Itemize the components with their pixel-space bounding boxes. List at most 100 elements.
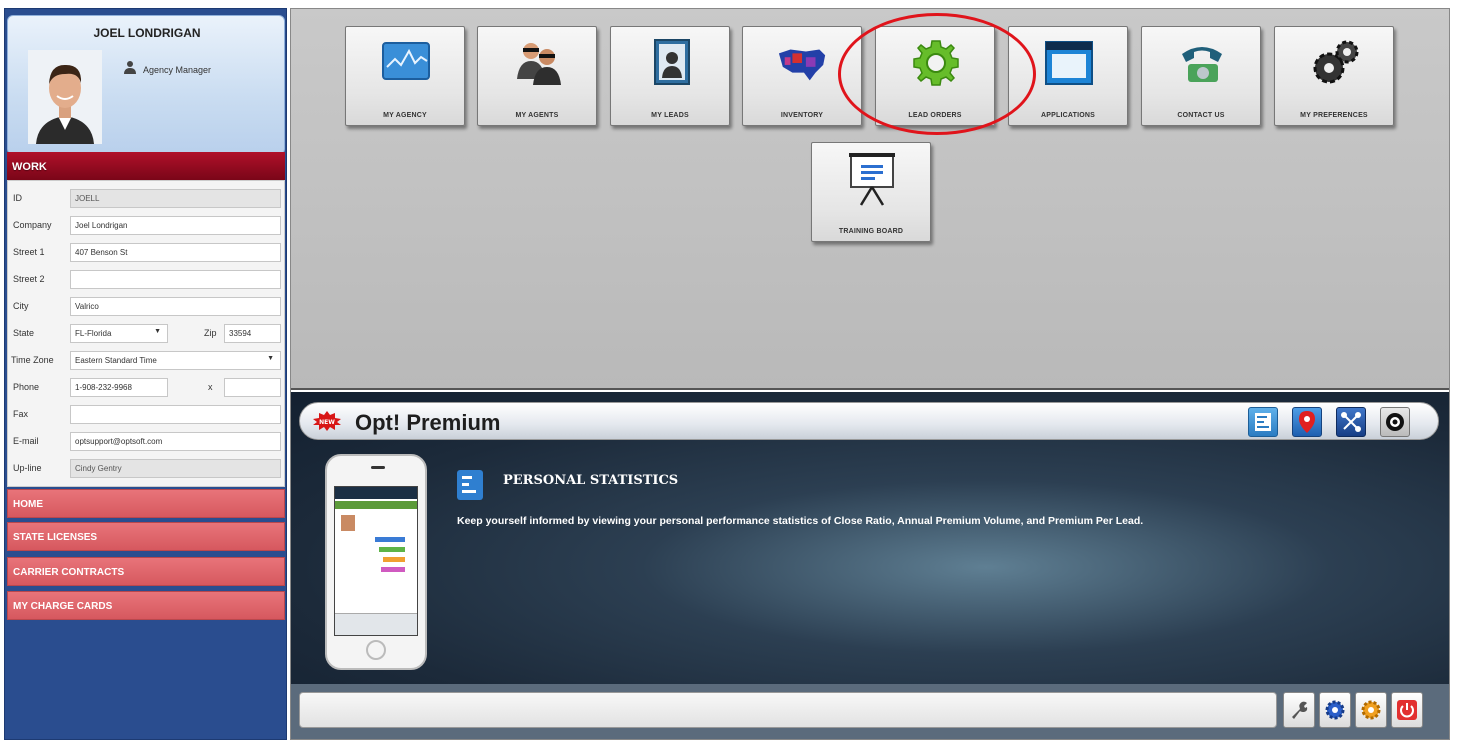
nav-carrier-contracts[interactable]: CARRIER CONTRACTS [7,557,285,586]
email-field[interactable]: optsupport@optsoft.com [70,432,281,451]
tile-label: MY PREFERENCES [1300,112,1368,119]
company-label: Company [13,220,52,230]
timezone-value: Eastern Standard Time [75,356,157,365]
phone-label: Phone [13,382,40,392]
street2-label: Street 2 [13,274,45,284]
tile-label: MY AGENCY [383,112,427,119]
email-row: E-mail optsupport@optsoft.com [8,430,286,452]
phone-illustration [325,454,427,670]
street2-row: Street 2 [8,268,286,290]
new-badge-icon: NEW [312,411,342,431]
phone-field[interactable]: 1-908-232-9968 [70,378,168,397]
target-button[interactable] [1380,407,1410,437]
new-badge-text: NEW [319,419,335,426]
upline-label: Up-line [13,463,42,473]
tile-contact-us[interactable]: CONTACT US [1141,26,1261,126]
feature-description: Keep yourself informed by viewing your p… [457,515,1144,527]
map-button[interactable] [1292,407,1322,437]
network-button[interactable] [1336,407,1366,437]
home-button-icon [366,640,386,660]
statistics-icon [1255,413,1271,431]
tile-label: MY AGENTS [515,112,559,119]
tile-label: MY LEADS [651,112,689,119]
tile-my-preferences[interactable]: MY PREFERENCES [1274,26,1394,126]
presentation-board-icon [846,153,898,206]
zip-field[interactable]: 33594 [224,324,281,343]
state-value: FL-Florida [75,329,112,338]
profile-card: JOEL LONDRIGAN Agency Manager [7,15,285,155]
timezone-row: Time Zone Eastern Standard Time ▼ [8,349,286,371]
nav-home[interactable]: HOME [7,489,285,518]
blue-gear-icon [1325,700,1345,720]
premium-title: Opt! Premium [355,410,501,435]
tile-training-board[interactable]: TRAINING BOARD [811,142,931,242]
fax-field[interactable] [70,405,281,424]
tile-my-leads[interactable]: MY LEADS [610,26,730,126]
dropdown-arrow-icon: ▼ [154,328,161,335]
nav-state-licenses[interactable]: STATE LICENSES [7,522,285,551]
sidebar: JOEL LONDRIGAN Agency Manager WORK ID JO… [4,8,287,740]
wrench-icon [1292,701,1308,719]
id-field: JOELL [70,189,281,208]
city-field[interactable]: Valrico [70,297,281,316]
highlight-circle [838,13,1036,135]
telephone-icon [1176,37,1228,89]
street1-label: Street 1 [13,247,45,257]
profile-name: JOEL LONDRIGAN [93,26,201,40]
street1-field[interactable]: 407 Benson St [70,243,281,262]
city-label: City [13,301,29,311]
fax-label: Fax [13,409,29,419]
avatar [28,50,102,144]
logout-button[interactable] [1391,692,1423,728]
id-row: ID JOELL [8,187,286,209]
work-section-header[interactable]: WORK [7,152,285,180]
statistics-button[interactable] [1248,407,1278,437]
street2-field[interactable] [70,270,281,289]
city-row: City Valrico [8,295,286,317]
tile-label: TRAINING BOARD [838,228,904,235]
nav-my-charge-cards[interactable]: MY CHARGE CARDS [7,591,285,620]
gears-icon [1309,37,1361,89]
timezone-label: Time Zone [11,355,54,365]
bottom-toolbar [291,684,1449,739]
options-button[interactable] [1355,692,1387,728]
tile-my-agents[interactable]: MY AGENTS [477,26,597,126]
main-area: MY AGENCY MY AGENTS MY LEADS INVENTORY L… [290,8,1450,740]
tile-my-agency[interactable]: MY AGENCY [345,26,465,126]
leads-book-icon [645,37,697,89]
feature-title: PERSONAL STATISTICS [503,473,679,488]
id-label: ID [13,193,22,203]
state-label: State [13,328,35,338]
state-select[interactable]: FL-Florida ▼ [70,324,168,343]
role-label: Agency Manager [143,64,212,75]
chart-monitor-icon [380,37,432,89]
settings-button[interactable] [1319,692,1351,728]
ext-field[interactable] [224,378,281,397]
work-form: ID JOELL Company Joel Londrigan Street 1… [7,180,285,487]
app-window-icon [1043,37,1095,89]
phone-screen [334,486,418,636]
upline-row: Up-line Cindy Gentry [8,457,286,479]
tools-button[interactable] [1283,692,1315,728]
tiles-panel: MY AGENCY MY AGENTS MY LEADS INVENTORY L… [291,9,1449,390]
street1-row: Street 1 407 Benson St [8,241,286,263]
company-row: Company Joel Londrigan [8,214,286,236]
tile-label: APPLICATIONS [1041,112,1095,119]
usa-map-icon [777,37,829,89]
dropdown-arrow-icon: ▼ [267,355,274,362]
phone-speaker [371,466,385,469]
company-field[interactable]: Joel Londrigan [70,216,281,235]
tile-label: INVENTORY [780,112,824,119]
power-icon [1397,700,1417,720]
fax-row: Fax [8,403,286,425]
bottom-status-input[interactable] [299,692,1277,728]
timezone-select[interactable]: Eastern Standard Time ▼ [70,351,281,370]
agents-icon [512,37,564,89]
app-window: JOEL LONDRIGAN Agency Manager WORK ID JO… [0,0,1465,746]
phone-row: Phone 1-908-232-9968 x [8,376,286,398]
target-icon [1386,413,1404,431]
map-pin-icon [1299,411,1315,433]
orange-gear-icon [1361,700,1381,720]
user-icon [123,60,137,79]
premium-panel: NEW Opt! Premium PERSONAL STATISTICS Kee… [291,392,1449,684]
